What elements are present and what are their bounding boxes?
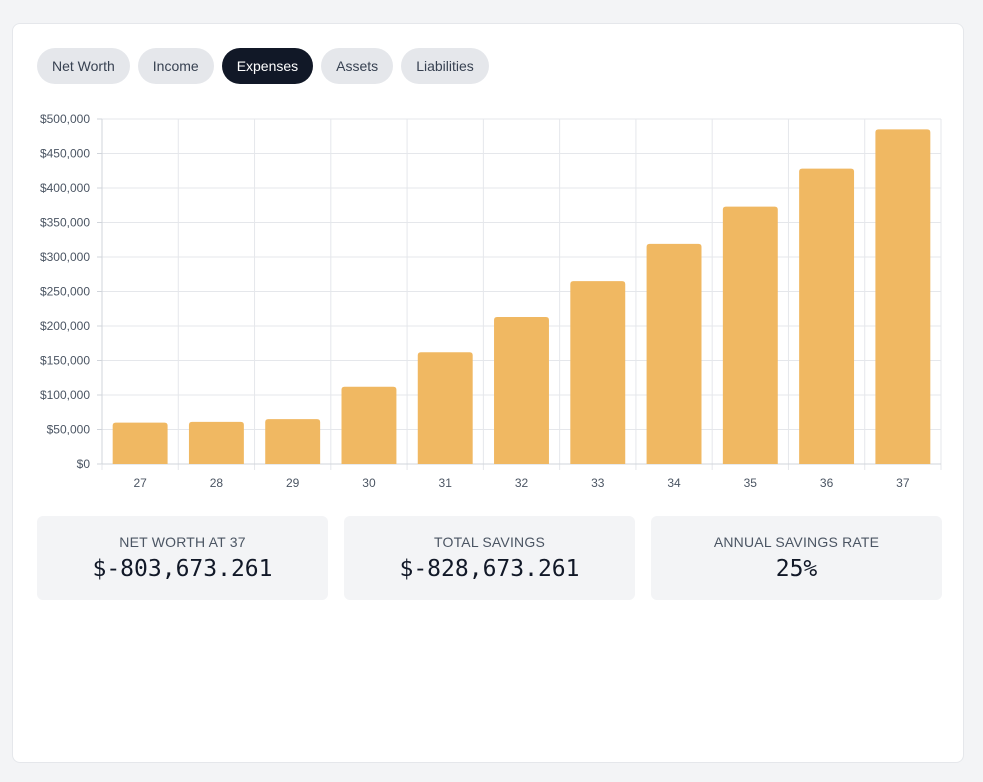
y-tick-label: $100,000: [40, 388, 90, 402]
expenses-chart: $0 $50,000 $100,000 $150,000 $200,000 $250,00…: [13, 104, 963, 514]
x-tick-label: 35: [744, 476, 758, 490]
bar-36: [799, 168, 855, 464]
stats-row: NET WORTH AT 37 $-803,673.261 TOTAL SAVI…: [37, 516, 942, 600]
x-tick-label: 37: [896, 476, 910, 490]
bar-33: [570, 281, 626, 464]
y-tick-label: $300,000: [40, 250, 90, 264]
x-tick-label: 28: [210, 476, 224, 490]
x-tick-label: 32: [515, 476, 529, 490]
bar-28: [188, 421, 244, 464]
bar-32: [494, 317, 549, 464]
stat-value: 25%: [775, 556, 818, 582]
bar-34: [646, 243, 702, 464]
x-tick-label: 27: [133, 476, 147, 490]
x-tick-label: 31: [439, 476, 453, 490]
stat-value: $-828,673.261: [399, 556, 580, 582]
x-tick-label: 36: [820, 476, 834, 490]
x-tick-label: 34: [667, 476, 681, 490]
bar-30: [341, 386, 397, 464]
tab-income[interactable]: Income: [137, 48, 214, 84]
y-tick-label: $400,000: [40, 181, 90, 195]
y-tick-label: $0: [77, 457, 91, 471]
bar-29: [265, 419, 321, 464]
bar-35: [722, 206, 778, 464]
bar-27: [112, 422, 168, 464]
y-tick-label: $250,000: [40, 285, 90, 299]
stat-value: $-803,673.261: [92, 556, 273, 582]
stat-card-savings-rate: ANNUAL SAVINGS RATE 25%: [651, 516, 942, 600]
y-tick-label: $350,000: [40, 216, 90, 230]
stat-card-net-worth: NET WORTH AT 37 $-803,673.261: [37, 516, 328, 600]
tab-assets[interactable]: Assets: [321, 48, 394, 84]
stat-label: ANNUAL SAVINGS RATE: [713, 534, 880, 550]
x-tick-label: 33: [591, 476, 605, 490]
bar-37: [875, 129, 931, 464]
y-tick-label: $50,000: [47, 423, 91, 437]
bar-chart-svg: $0 $50,000 $100,000 $150,000 $200,000 $250,00…: [40, 112, 942, 490]
x-tick-label: 29: [286, 476, 300, 490]
tab-liabilities[interactable]: Liabilities: [401, 48, 489, 84]
tab-net-worth[interactable]: Net Worth: [37, 48, 130, 84]
x-tick-label: 30: [362, 476, 376, 490]
tab-expenses[interactable]: Expenses: [221, 48, 314, 84]
stat-label: NET WORTH AT 37: [119, 534, 246, 550]
y-tick-label: $500,000: [40, 112, 90, 126]
stat-card-total-savings: TOTAL SAVINGS $-828,673.261: [344, 516, 635, 600]
bar-31: [417, 352, 473, 464]
y-tick-label: $150,000: [40, 354, 90, 368]
y-tick-label: $450,000: [40, 147, 90, 161]
tab-bar: Net Worth Income Expenses Assets Liabili…: [37, 48, 489, 84]
stat-label: TOTAL SAVINGS: [434, 534, 545, 550]
y-tick-label: $200,000: [40, 319, 90, 333]
dashboard-card: Net Worth Income Expenses Assets Liabili…: [12, 23, 964, 763]
